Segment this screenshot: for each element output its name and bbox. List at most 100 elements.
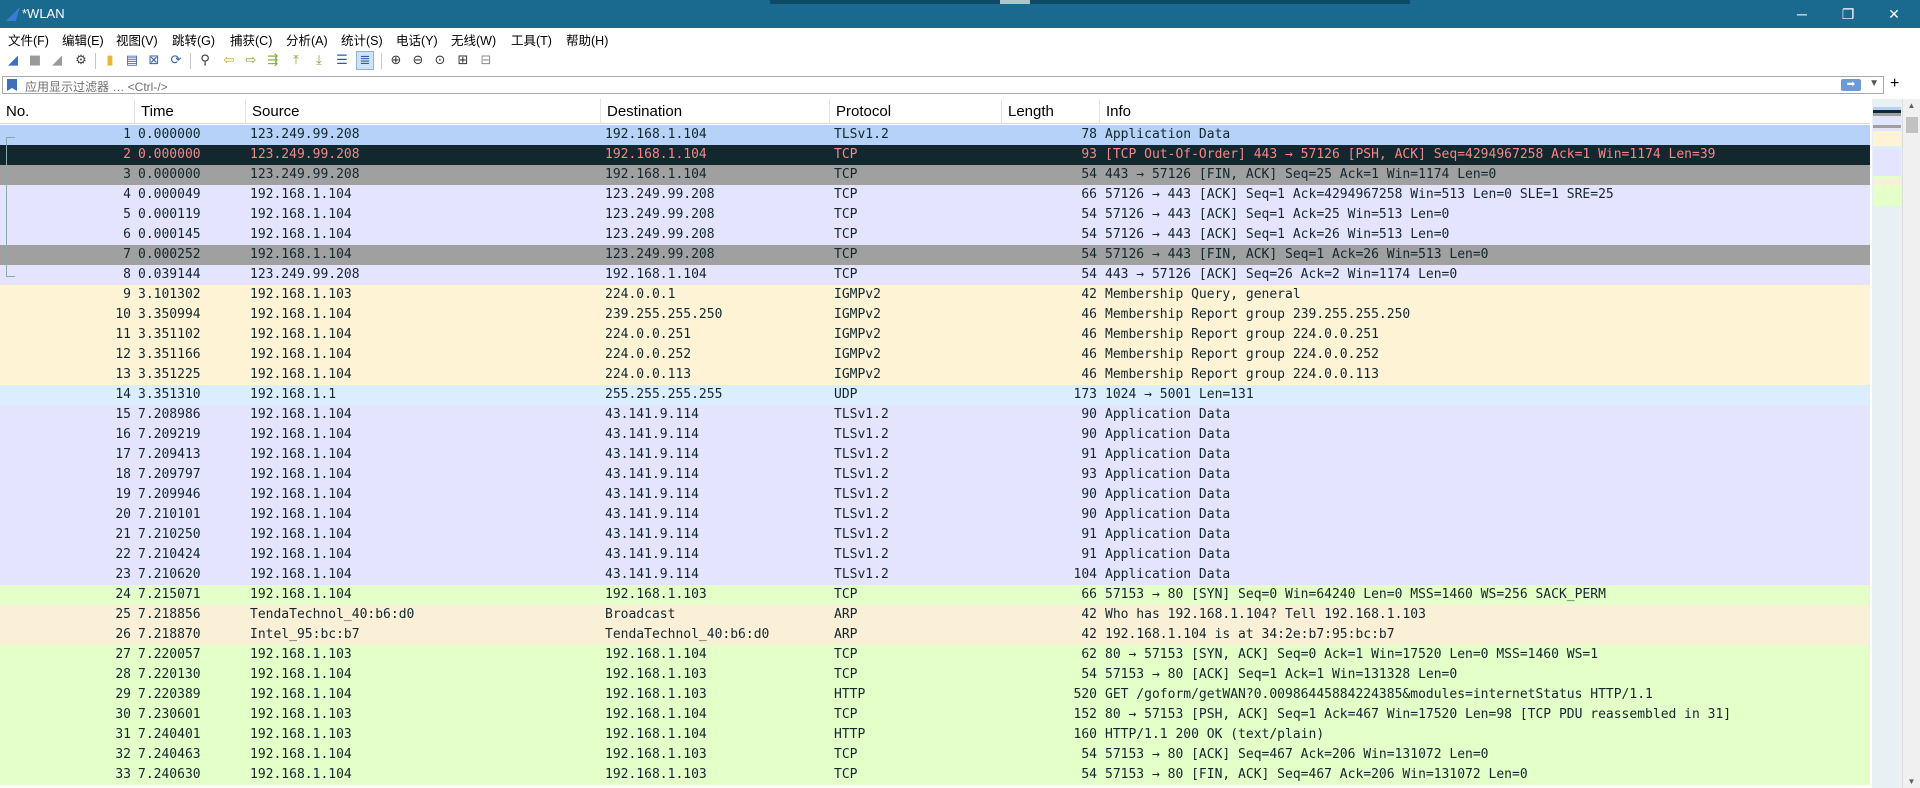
stop-capture-icon[interactable]: ■	[27, 52, 43, 69]
packet-row[interactable]: 15 7.208986 192.168.1.104 43.141.9.114 TLSv1…	[0, 405, 1870, 425]
packet-row[interactable]: 24 7.215071 192.168.1.104 192.168.1.103 TCP 6…	[0, 585, 1870, 605]
packet-cell-time: 7.230601	[138, 707, 201, 722]
column-protocol[interactable]: Protocol	[830, 99, 1002, 124]
menu-analyze[interactable]: 分析(A)	[286, 30, 328, 49]
packet-row[interactable]: 25 7.218856 TendaTechnol_40:b6:d0 Broadcast…	[0, 605, 1870, 625]
packet-row[interactable]: 28 7.220130 192.168.1.104 192.168.1.103 TCP 5…	[0, 665, 1870, 685]
go-back-icon[interactable]: ⇦	[221, 52, 237, 69]
packet-row[interactable]: 10 3.350994 192.168.1.104 239.255.255.250 IG…	[0, 305, 1870, 325]
packet-row[interactable]: 12 3.351166 192.168.1.104 224.0.0.252 IGMPv2…	[0, 345, 1870, 365]
column-info[interactable]: Info	[1100, 99, 1870, 124]
packet-row[interactable]: 18 7.209797 192.168.1.104 43.141.9.114 TLSv1…	[0, 465, 1870, 485]
first-packet-icon[interactable]: ⤒	[288, 52, 304, 69]
menu-go[interactable]: 跳转(G)	[172, 30, 215, 49]
packet-row[interactable]: 13 3.351225 192.168.1.104 224.0.0.113 IGMPv2…	[0, 365, 1870, 385]
start-capture-icon[interactable]: ◢	[5, 52, 21, 69]
resize-columns-icon[interactable]: ⊞	[455, 52, 471, 69]
packet-row[interactable]: 20 7.210101 192.168.1.104 43.141.9.114 TLSv1…	[0, 505, 1870, 525]
packet-row[interactable]: 30 7.230601 192.168.1.103 192.168.1.104 TCP 1…	[0, 705, 1870, 725]
packet-row[interactable]: 11 3.351102 192.168.1.104 224.0.0.251 IGMPv2…	[0, 325, 1870, 345]
colorize-icon[interactable]: ≣	[356, 51, 374, 70]
packet-row[interactable]: 21 7.210250 192.168.1.104 43.141.9.114 TLSv1…	[0, 525, 1870, 545]
packet-row[interactable]: 3 0.000000 123.249.99.208 192.168.1.104 TCP 5…	[0, 165, 1870, 185]
scroll-up-icon[interactable]: ▲	[1903, 101, 1920, 110]
packet-row[interactable]: 17 7.209413 192.168.1.104 43.141.9.114 TLSv1…	[0, 445, 1870, 465]
menu-capture[interactable]: 捕获(C)	[230, 30, 272, 49]
packet-row[interactable]: 16 7.209219 192.168.1.104 43.141.9.114 TLSv1…	[0, 425, 1870, 445]
column-time[interactable]: Time	[135, 99, 246, 124]
column-length[interactable]: Length	[1002, 99, 1100, 124]
column-no[interactable]: No.	[0, 99, 135, 124]
chevron-down-icon[interactable]: ▼	[1869, 78, 1879, 89]
packet-row[interactable]: 7 0.000252 192.168.1.104 123.249.99.208 TCP 5…	[0, 245, 1870, 265]
column-source[interactable]: Source	[246, 99, 601, 124]
packet-cell-time: 0.039144	[138, 267, 201, 282]
column-destination[interactable]: Destination	[601, 99, 830, 124]
restart-capture-icon[interactable]: ◢	[49, 52, 65, 69]
packet-row[interactable]: 14 3.351310 192.168.1.1 255.255.255.255 UDP 1…	[0, 385, 1870, 405]
find-packet-icon[interactable]: ⚲	[197, 52, 213, 69]
bookmark-icon[interactable]	[7, 79, 17, 91]
menu-wireless[interactable]: 无线(W)	[451, 30, 496, 49]
packet-row[interactable]: 31 7.240401 192.168.1.103 192.168.1.104 HTTP…	[0, 725, 1870, 745]
packet-row[interactable]: 6 0.000145 192.168.1.104 123.249.99.208 TCP 5…	[0, 225, 1870, 245]
packet-row[interactable]: 29 7.220389 192.168.1.104 192.168.1.103 HTTP…	[0, 685, 1870, 705]
display-filter-input[interactable]: 应用显示过滤器 … <Ctrl-/> ➡ ▼	[2, 76, 1884, 94]
packet-cell-dst: 43.141.9.114	[605, 507, 699, 522]
zoom-in-icon[interactable]: ⊕	[388, 52, 404, 69]
menu-file[interactable]: 文件(F)	[8, 30, 49, 49]
last-packet-icon[interactable]: ⤓	[311, 52, 327, 69]
vertical-scrollbar[interactable]: ▲ ▼	[1902, 99, 1920, 788]
packet-row[interactable]: 19 7.209946 192.168.1.104 43.141.9.114 TLSv1…	[0, 485, 1870, 505]
packet-row[interactable]: 8 0.039144 123.249.99.208 192.168.1.104 TCP 5…	[0, 265, 1870, 285]
open-file-icon[interactable]: ▮	[102, 52, 118, 69]
packet-cell-len: 93	[1081, 147, 1097, 162]
menu-edit[interactable]: 编辑(E)	[62, 30, 104, 49]
menu-statistics[interactable]: 统计(S)	[341, 30, 383, 49]
packet-cell-dst: 43.141.9.114	[605, 547, 699, 562]
apply-filter-icon[interactable]: ➡	[1841, 79, 1861, 91]
zoom-out-icon[interactable]: ⊖	[410, 52, 426, 69]
packet-row[interactable]: 26 7.218870 Intel_95:bc:b7 TendaTechnol_40:…	[0, 625, 1870, 645]
packet-row[interactable]: 1 0.000000 123.249.99.208 192.168.1.104 TLSv…	[0, 125, 1870, 145]
minimize-button[interactable]: ─	[1782, 0, 1822, 28]
packet-row[interactable]: 4 0.000049 192.168.1.104 123.249.99.208 TCP 6…	[0, 185, 1870, 205]
title-bar-strip-highlight	[1000, 0, 1030, 4]
restore-button[interactable]: ❐	[1828, 0, 1868, 28]
packet-row[interactable]: 33 7.240630 192.168.1.104 192.168.1.103 TCP 5…	[0, 765, 1870, 785]
menu-telephony[interactable]: 电话(Y)	[396, 30, 438, 49]
go-to-packet-icon[interactable]: ⇶	[265, 52, 281, 69]
packet-row[interactable]: 23 7.210620 192.168.1.104 43.141.9.114 TLSv1…	[0, 565, 1870, 585]
toolbar-separator	[381, 53, 382, 69]
go-forward-icon[interactable]: ⇨	[243, 52, 259, 69]
scrollbar-thumb[interactable]	[1906, 117, 1918, 133]
menu-view[interactable]: 视图(V)	[116, 30, 158, 49]
packet-row[interactable]: 5 0.000119 192.168.1.104 123.249.99.208 TCP 5…	[0, 205, 1870, 225]
close-button[interactable]: ✕	[1874, 0, 1914, 28]
packet-cell-proto: ARP	[834, 627, 858, 642]
packet-minimap[interactable]	[1872, 99, 1902, 788]
packet-cell-no: 24	[115, 587, 131, 602]
add-filter-button[interactable]: +	[1890, 75, 1899, 93]
save-file-icon[interactable]: ▤	[124, 52, 140, 69]
menu-help[interactable]: 帮助(H)	[566, 30, 608, 49]
normal-size-icon[interactable]: ⊙	[432, 52, 448, 69]
packet-row[interactable]: 2 0.000000 123.249.99.208 192.168.1.104 TCP 9…	[0, 145, 1870, 165]
packet-cell-info: 57126 → 443 [FIN, ACK] Seq=1 Ack=26 Win=…	[1105, 247, 1489, 262]
reload-file-icon[interactable]: ⟳	[168, 52, 184, 69]
packet-row[interactable]: 32 7.240463 192.168.1.104 192.168.1.103 TCP 5…	[0, 745, 1870, 765]
packet-cell-src: 192.168.1.104	[250, 507, 352, 522]
capture-options-icon[interactable]: ⚙	[73, 52, 89, 69]
scroll-down-icon[interactable]: ▼	[1903, 777, 1920, 786]
auto-scroll-icon[interactable]: ☰	[334, 52, 350, 69]
close-file-icon[interactable]: ⊠	[146, 52, 162, 69]
layout-icon[interactable]: ⊟	[478, 52, 494, 69]
packet-row[interactable]: 9 3.101302 192.168.1.103 224.0.0.1 IGMPv2 42 M…	[0, 285, 1870, 305]
packet-row[interactable]: 22 7.210424 192.168.1.104 43.141.9.114 TLSv1…	[0, 545, 1870, 565]
packet-cell-no: 23	[115, 567, 131, 582]
packet-cell-time: 7.215071	[138, 587, 201, 602]
packet-cell-src: 192.168.1.1	[250, 387, 337, 402]
packet-cell-src: 192.168.1.104	[250, 327, 352, 342]
packet-row[interactable]: 27 7.220057 192.168.1.103 192.168.1.104 TCP 6…	[0, 645, 1870, 665]
menu-tools[interactable]: 工具(T)	[511, 30, 552, 49]
